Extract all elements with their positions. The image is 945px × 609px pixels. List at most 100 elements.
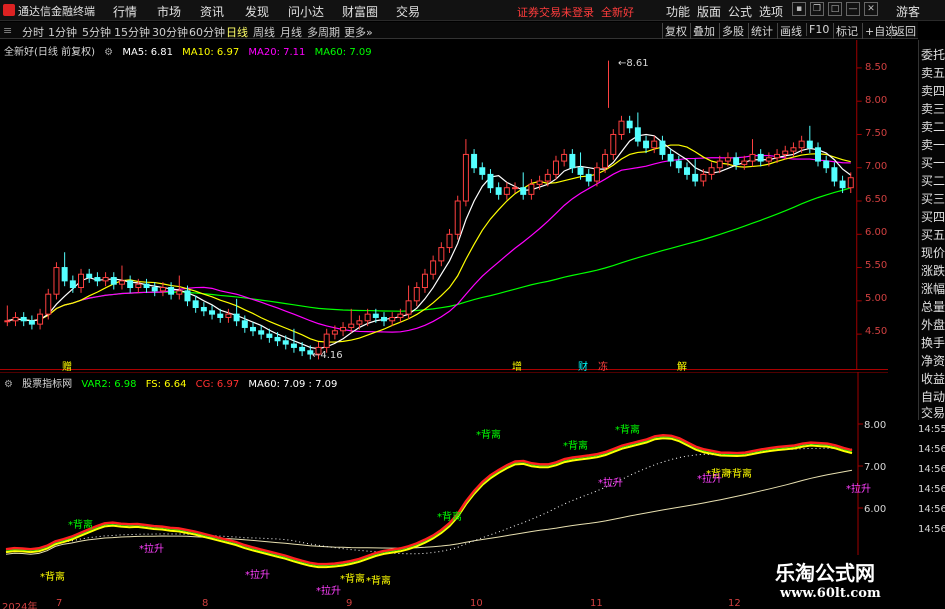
sidebar-item: 现价 (921, 246, 945, 260)
candle-body (643, 140, 650, 149)
legend-ma20: MA20: 7.11 (248, 47, 306, 58)
guest-label[interactable]: 游客 (896, 3, 920, 20)
signal-beili: *背离 (727, 469, 752, 480)
legend-title: 全新好(日线 前复权) (4, 47, 95, 58)
event-marker[interactable]: 增 (512, 358, 522, 373)
period-daily[interactable]: 日线 (226, 24, 248, 40)
btn-biaoji[interactable]: 标记 (833, 23, 860, 39)
candle-body (94, 277, 101, 282)
sidebar-item: 买三 (921, 192, 945, 206)
sidebar-item: 涨跌 (921, 264, 945, 278)
candle-body (397, 313, 404, 318)
period-60min[interactable]: 60分钟 (189, 24, 225, 40)
event-marker[interactable]: 赠 (62, 358, 72, 373)
candle-body (348, 323, 355, 328)
candle-body (176, 290, 183, 295)
sidebar-item: 买五 (921, 228, 945, 242)
btn-huaxian[interactable]: 画线 (777, 23, 804, 39)
signal-beili: *背离 (366, 576, 391, 587)
candle-body (405, 300, 412, 315)
candle-body (430, 260, 437, 275)
candle-body (708, 167, 715, 175)
sidebar-item: 买四 (921, 210, 945, 224)
candle-body (159, 287, 166, 292)
candlesticks (4, 60, 854, 360)
menu-gongshi[interactable]: 公式 (728, 3, 752, 20)
period-more[interactable]: 更多» (344, 24, 373, 40)
price-tick-label: 8.50 (865, 62, 888, 73)
signal-beili: *背离 (68, 520, 93, 531)
candle-body (782, 150, 789, 155)
time-label: 14:56 (918, 444, 945, 455)
close-icon[interactable]: ✕ (864, 2, 878, 16)
price-tick-label: 8.00 (865, 95, 888, 106)
candle-body (593, 167, 600, 182)
menu-faxian[interactable]: 发现 (245, 3, 269, 20)
square-icon[interactable]: ▪ (792, 2, 806, 16)
menu-shichang[interactable]: 市场 (157, 3, 181, 20)
minimize-icon[interactable]: — (846, 2, 860, 16)
gear-icon[interactable]: ⚙ (104, 47, 113, 58)
quote-sidebar: 委托 卖五 卖四 卖三 卖二 卖一 买一 买二 买三 买四 买五 现价 涨跌 涨… (918, 40, 945, 420)
date-month-label: 10 (470, 598, 483, 609)
event-marker[interactable]: 解 (677, 358, 687, 373)
sidebar-item: 卖三 (921, 102, 945, 116)
indicator-chart[interactable] (0, 372, 888, 597)
menu-banmian[interactable]: 版面 (697, 3, 721, 20)
signal-lasheng: *拉升 (139, 544, 164, 555)
candle-body (102, 277, 109, 282)
kline-chart[interactable] (0, 40, 888, 370)
restore-icon[interactable]: ❐ (810, 2, 824, 16)
candle-body (225, 313, 232, 318)
candle-body (520, 187, 527, 195)
menu-caifuquan[interactable]: 财富圈 (342, 3, 378, 20)
sidebar-item[interactable]: 交易 (921, 404, 945, 421)
btn-tongji[interactable]: 统计 (748, 23, 775, 39)
sidebar-item: 卖五 (921, 66, 945, 80)
menu-xuanxiang[interactable]: 选项 (759, 3, 783, 20)
period-fenshi[interactable]: 分时 (22, 24, 44, 40)
app-title: 通达信金融终端 (18, 5, 95, 18)
price-ticks (856, 67, 862, 335)
main-legend: 全新好(日线 前复权) ⚙ MA5: 6.81 MA10: 6.97 MA20:… (4, 43, 378, 58)
btn-f10[interactable]: F10 (806, 23, 831, 36)
period-15min[interactable]: 15分钟 (114, 24, 150, 40)
sidebar-item[interactable]: 委托 (921, 46, 945, 63)
signal-beili: *背离 (615, 425, 640, 436)
period-5min[interactable]: 5分钟 (82, 24, 111, 40)
period-monthly[interactable]: 月线 (280, 24, 302, 40)
login-status[interactable]: 证券交易未登录 全新好 (517, 4, 634, 20)
event-marker[interactable]: 冻 (598, 358, 608, 373)
signal-lasheng: *拉升 (316, 586, 341, 597)
candle-body (28, 320, 35, 325)
date-year-label: 2024年 (2, 602, 38, 609)
period-weekly[interactable]: 周线 (253, 24, 275, 40)
signal-lasheng: *拉升 (697, 474, 722, 485)
menu-gongneng[interactable]: 功能 (666, 3, 690, 20)
candle-body (356, 320, 363, 325)
sub-ticks (858, 423, 863, 509)
menu-zixun[interactable]: 资讯 (200, 3, 224, 20)
candle-body (815, 147, 821, 162)
period-multi[interactable]: 多周期 (307, 24, 340, 40)
candle-body (364, 313, 371, 322)
event-marker[interactable]: 财 (578, 358, 588, 373)
period-1min[interactable]: 1分钟 (48, 24, 77, 40)
btn-duogu[interactable]: 多股 (719, 23, 746, 39)
menu-hangqing[interactable]: 行情 (113, 3, 137, 20)
menu-wenxiaoda[interactable]: 问小达 (288, 3, 324, 20)
candle-body (733, 157, 740, 165)
btn-diejia[interactable]: 叠加 (690, 23, 717, 39)
candle-body (446, 233, 453, 249)
sidebar-item[interactable]: 自动 (921, 388, 945, 405)
price-tick-label: 6.00 (865, 227, 888, 238)
candle-body (741, 160, 748, 165)
maximize-icon[interactable]: □ (828, 2, 842, 16)
period-30min[interactable]: 30分钟 (152, 24, 188, 40)
sub-tick-label: 6.00 (864, 504, 887, 515)
btn-fanhui[interactable]: 返回 (891, 23, 918, 39)
btn-fuquan[interactable]: 复权 (662, 23, 689, 39)
signal-beili: *背离 (437, 512, 462, 523)
menu-jiaoyi[interactable]: 交易 (396, 3, 420, 20)
candle-body (413, 287, 420, 302)
